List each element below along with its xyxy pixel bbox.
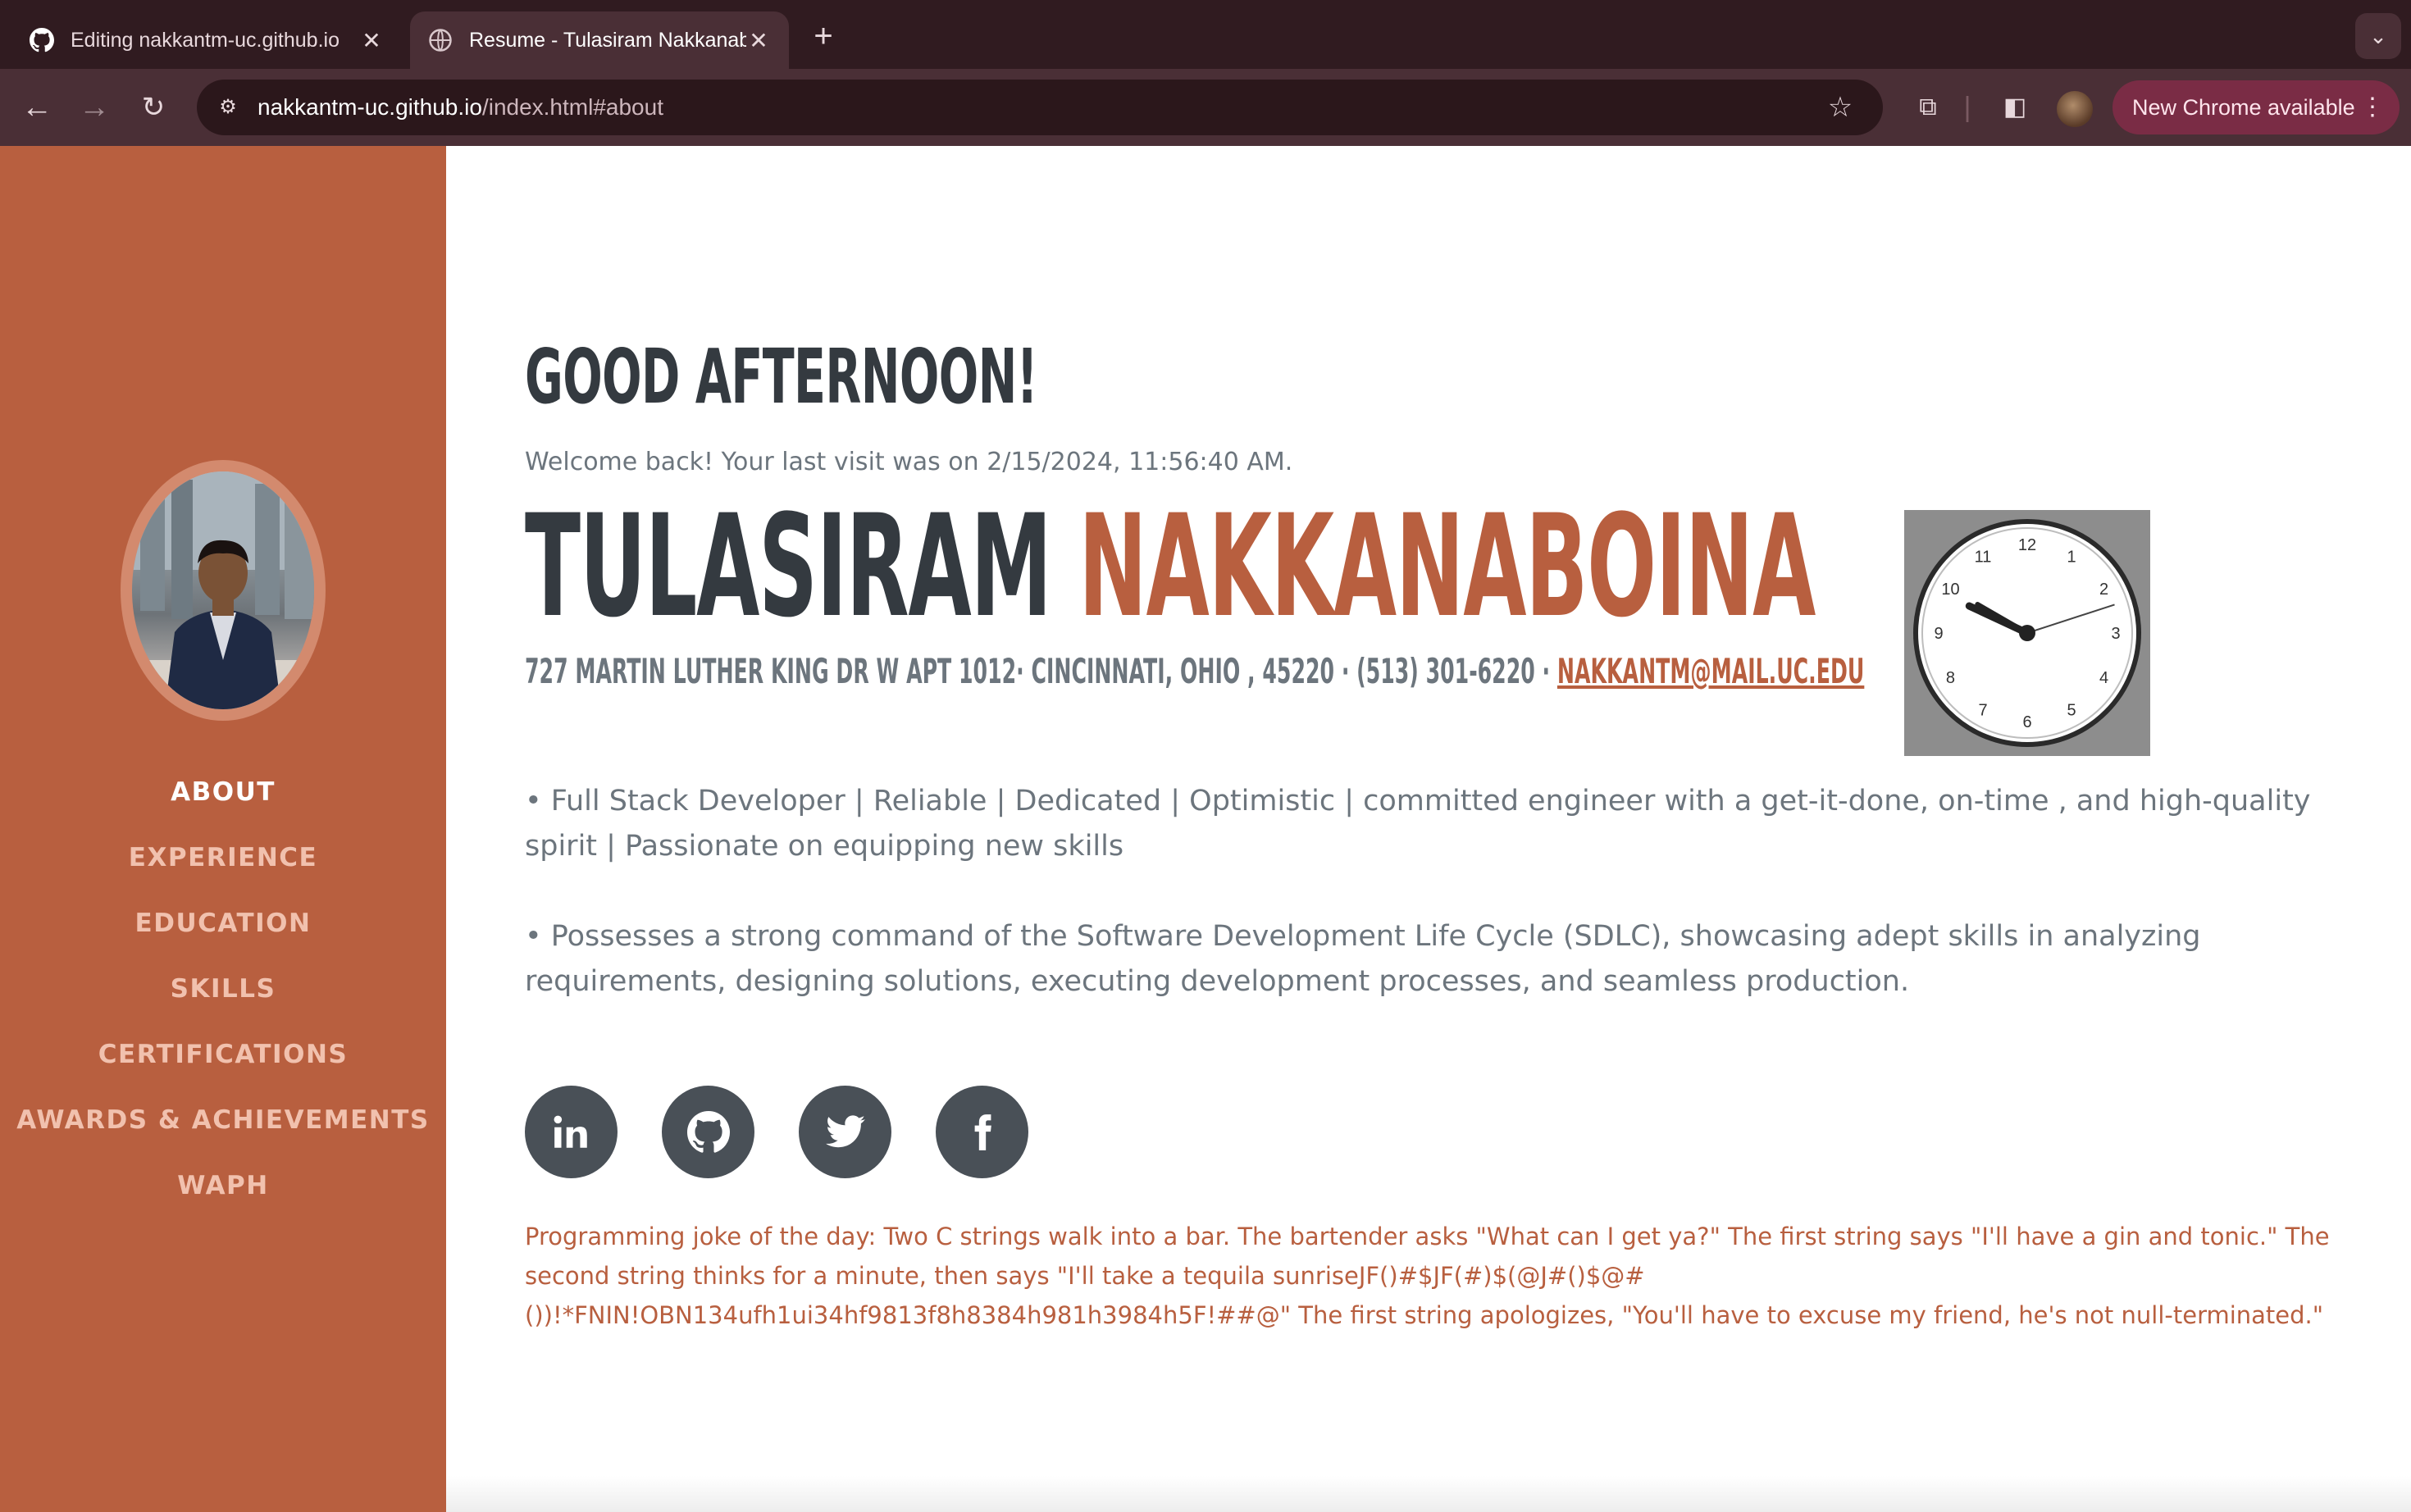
github-icon	[686, 1110, 730, 1153]
full-name-heading: TULASIRAM NAKKANABOINA	[525, 489, 1816, 644]
clock-numeral: 3	[2111, 625, 2120, 643]
url-path: /index.html#about	[481, 94, 663, 120]
tab-resume[interactable]: Resume - Tulasiram Nakkanaboina ✕	[410, 11, 789, 69]
close-icon[interactable]: ✕	[746, 27, 771, 54]
clock-numeral: 7	[1978, 702, 1987, 720]
github-icon	[30, 28, 54, 52]
tab-strip: Editing nakkantm-uc.github.io ✕ Resume -…	[0, 0, 2411, 69]
nav-item-experience[interactable]: EXPERIENCE	[0, 825, 446, 890]
clock-numeral: 10	[1941, 581, 1959, 599]
tab-editing-github[interactable]: Editing nakkantm-uc.github.io ✕	[11, 11, 402, 69]
url-text[interactable]: nakkantm-uc.github.io/index.html#about	[258, 80, 663, 135]
nav-item-education[interactable]: EDUCATION	[0, 890, 446, 956]
forward-button[interactable]: →	[74, 87, 115, 128]
globe-icon	[429, 29, 452, 52]
nav-item-waph[interactable]: WAPH	[0, 1153, 446, 1218]
nav-item-skills[interactable]: SKILLS	[0, 956, 446, 1022]
clock-numeral: 5	[2067, 702, 2076, 720]
facebook-link[interactable]	[936, 1086, 1028, 1178]
person-silhouette	[132, 471, 314, 709]
reload-button[interactable]: ↻	[133, 87, 174, 128]
sidebar-nav: ABOUT EXPERIENCE EDUCATION SKILLS CERTIF…	[0, 759, 446, 1218]
site-info-icon[interactable]: ⚙	[210, 89, 246, 125]
side-panel-icon[interactable]: ◧	[1994, 87, 2035, 128]
clock-numeral: 6	[2022, 713, 2031, 731]
first-name: TULASIRAM	[525, 484, 1052, 649]
update-chrome-button[interactable]: New Chrome available ⋮	[2112, 80, 2400, 134]
linkedin-icon	[554, 1115, 587, 1148]
clock-numeral: 8	[1946, 669, 1955, 687]
browser-toolbar: ← → ↻ ⚙ nakkantm-uc.github.io/index.html…	[0, 69, 2411, 146]
twitter-icon	[825, 1114, 865, 1147]
social-links	[525, 1086, 1028, 1179]
arrow-right-icon: →	[79, 90, 110, 125]
browser-chrome: Editing nakkantm-uc.github.io ✕ Resume -…	[0, 0, 2411, 146]
tab-title: Resume - Tulasiram Nakkanaboina	[469, 28, 746, 52]
address-bar[interactable]: ⚙ nakkantm-uc.github.io/index.html#about…	[197, 80, 1883, 135]
about-section: GOOD AFTERNOON! Welcome back! Your last …	[446, 146, 2411, 1512]
programming-joke: Programming joke of the day: Two C strin…	[525, 1223, 2330, 1329]
last-name: NAKKANABOINA	[1078, 484, 1816, 649]
update-label: New Chrome available	[2132, 95, 2355, 120]
summary-list: • Full Stack Developer | Reliable | Dedi…	[525, 779, 2370, 1050]
linkedin-link[interactable]	[525, 1086, 618, 1178]
analog-clock: 12 1 2 3 4 5 6 7 8 9 10 11	[1904, 510, 2150, 756]
github-link[interactable]	[662, 1086, 754, 1178]
url-host: nakkantm-uc.github.io	[258, 94, 482, 120]
clock-numeral: 1	[2067, 548, 2076, 566]
nav-item-certifications[interactable]: CERTIFICATIONS	[0, 1022, 446, 1087]
bookmark-star-icon[interactable]: ☆	[1822, 89, 1858, 125]
profile-avatar[interactable]	[2057, 91, 2093, 127]
chevron-down-icon: ⌄	[2369, 24, 2387, 48]
profile-photo	[132, 471, 314, 709]
profile-photo-frame	[121, 460, 326, 721]
nav-item-about[interactable]: ABOUT	[0, 759, 446, 825]
arrow-left-icon: ←	[21, 90, 52, 125]
page-edge-shadow	[446, 1476, 2411, 1512]
extensions-icon[interactable]: ⧉	[1907, 87, 1948, 128]
greeting-heading: GOOD AFTERNOON!	[525, 333, 1038, 421]
clock-numeral: 12	[2018, 536, 2036, 554]
new-tab-button[interactable]: +	[807, 18, 840, 54]
address-text: 727 MARTIN LUTHER KING DR W APT 1012· CI…	[525, 651, 1557, 691]
tab-search-button[interactable]: ⌄	[2355, 13, 2401, 59]
tab-title: Editing nakkantm-uc.github.io	[71, 28, 340, 52]
summary-item: • Full Stack Developer | Reliable | Dedi…	[525, 785, 2311, 863]
email-link[interactable]: NAKKANTM@MAIL.UC.EDU	[1557, 651, 1864, 691]
contact-line: 727 MARTIN LUTHER KING DR W APT 1012· CI…	[525, 651, 1864, 691]
summary-item: • Possesses a strong command of the Soft…	[525, 920, 2201, 998]
twitter-link[interactable]	[799, 1086, 891, 1178]
nav-item-awards[interactable]: AWARDS & ACHIEVEMENTS	[0, 1087, 446, 1153]
toolbar-divider: |	[1963, 92, 1971, 123]
reload-icon: ↻	[141, 92, 166, 123]
last-visit-message: Welcome back! Your last visit was on 2/1…	[525, 448, 1293, 476]
clock-numeral: 4	[2099, 669, 2108, 687]
facebook-icon	[974, 1114, 991, 1150]
clock-numeral: 11	[1975, 548, 1992, 566]
back-button[interactable]: ←	[16, 87, 57, 128]
more-vert-icon[interactable]: ⋮	[2360, 80, 2385, 134]
clock-face-icon: 121234567891011	[1913, 519, 2141, 747]
clock-numeral: 9	[1934, 625, 1943, 643]
clock-numeral: 2	[2099, 581, 2108, 599]
sidebar: ABOUT EXPERIENCE EDUCATION SKILLS CERTIF…	[0, 146, 446, 1512]
close-icon[interactable]: ✕	[359, 27, 384, 54]
